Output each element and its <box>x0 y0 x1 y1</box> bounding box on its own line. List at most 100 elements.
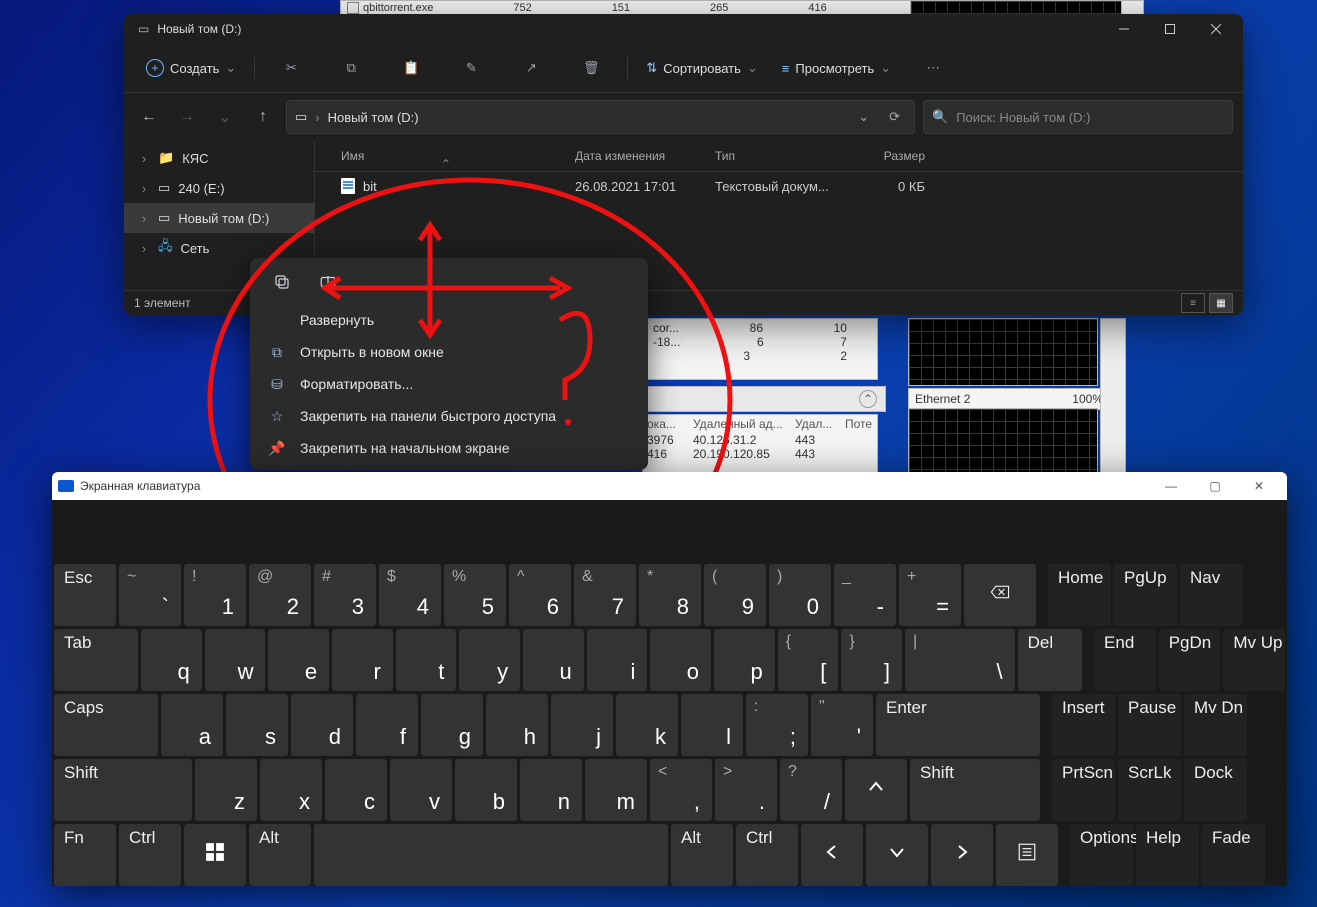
titlebar[interactable]: ▭ Новый том (D:) <box>124 14 1243 44</box>
resmon-scroll[interactable]: ⌃ <box>642 386 886 412</box>
key-3[interactable]: #3 <box>314 564 376 626</box>
menu-format[interactable]: ⛁Форматировать... <box>250 368 648 400</box>
key-[[interactable]: {[ <box>778 629 839 691</box>
key-8[interactable]: *8 <box>639 564 701 626</box>
maximize-button[interactable] <box>1147 14 1193 44</box>
file-row[interactable]: bit 26.08.2021 17:01 Текстовый докум... … <box>315 172 1243 200</box>
key-w[interactable]: w <box>205 629 266 691</box>
tiles-view-button[interactable]: ▦ <box>1209 293 1233 313</box>
key-Shift[interactable]: Shift <box>54 759 192 821</box>
key-PrtScn[interactable]: PrtScn <box>1052 759 1115 821</box>
refresh-button[interactable]: ⟳ <box>883 109 906 125</box>
key-bksp[interactable] <box>964 564 1036 626</box>
key-Tab[interactable]: Tab <box>54 629 138 691</box>
key-s[interactable]: s <box>226 694 288 756</box>
key-Insert[interactable]: Insert <box>1052 694 1115 756</box>
key-x[interactable]: x <box>260 759 322 821</box>
key-6[interactable]: ^6 <box>509 564 571 626</box>
key-j[interactable]: j <box>551 694 613 756</box>
view-button[interactable]: ≡Просмотреть⌄ <box>772 52 901 84</box>
key-2[interactable]: @2 <box>249 564 311 626</box>
sidebar-item[interactable]: ›▭240 (E:) <box>124 173 314 203</box>
menu-pin-quick[interactable]: ☆Закрепить на панели быстрого доступа <box>250 400 648 432</box>
key-left[interactable] <box>801 824 863 886</box>
key-n[interactable]: n <box>520 759 582 821</box>
key-Mv Up[interactable]: Mv Up <box>1223 629 1285 691</box>
osk-minimize-button[interactable]: — <box>1149 472 1193 500</box>
key-PgDn[interactable]: PgDn <box>1159 629 1221 691</box>
key-c[interactable]: c <box>325 759 387 821</box>
copy-icon[interactable] <box>270 270 294 294</box>
sidebar-item-current[interactable]: ›▭Новый том (D:) <box>124 203 314 233</box>
key-l[interactable]: l <box>681 694 743 756</box>
recent-button[interactable]: ⌄ <box>210 102 240 132</box>
sort-button[interactable]: ⇅Сортировать⌄ <box>636 52 767 84</box>
key-Help[interactable]: Help <box>1136 824 1199 886</box>
key-v[interactable]: v <box>390 759 452 821</box>
key-right[interactable] <box>931 824 993 886</box>
key-o[interactable]: o <box>650 629 711 691</box>
resmon-scrollbar[interactable] <box>1100 318 1126 474</box>
key-space[interactable] <box>314 824 668 886</box>
share-button[interactable]: ↗ <box>503 52 559 84</box>
key-Dock[interactable]: Dock <box>1184 759 1247 821</box>
key-up[interactable] <box>845 759 907 821</box>
key-Home[interactable]: Home <box>1048 564 1111 626</box>
key-u[interactable]: u <box>523 629 584 691</box>
menu-pin-start[interactable]: 📌Закрепить на начальном экране <box>250 432 648 464</box>
key-Esc[interactable]: Esc <box>54 564 116 626</box>
new-button[interactable]: + Создать ⌄ <box>136 52 246 84</box>
key-Enter[interactable]: Enter <box>876 694 1040 756</box>
breadcrumb[interactable]: Новый том (D:) <box>328 110 419 125</box>
osk-maximize-button[interactable]: ▢ <box>1193 472 1237 500</box>
key-b[interactable]: b <box>455 759 517 821</box>
menu-expand[interactable]: Развернуть <box>250 304 648 336</box>
key-Caps[interactable]: Caps <box>54 694 158 756</box>
key-=[interactable]: += <box>899 564 961 626</box>
details-view-button[interactable]: ≡ <box>1181 293 1205 313</box>
search-input[interactable]: 🔍 Поиск: Новый том (D:) <box>923 100 1233 134</box>
delete-button[interactable]: 🗑 <box>563 52 619 84</box>
key-Shift[interactable]: Shift <box>910 759 1040 821</box>
key-f[interactable]: f <box>356 694 418 756</box>
rename-button[interactable]: ✎ <box>443 52 499 84</box>
paste-button[interactable]: 📋 <box>383 52 439 84</box>
key-Ctrl[interactable]: Ctrl <box>736 824 798 886</box>
rename-icon[interactable] <box>316 270 340 294</box>
key-Pause[interactable]: Pause <box>1118 694 1181 756</box>
key-0[interactable]: )0 <box>769 564 831 626</box>
key-4[interactable]: $4 <box>379 564 441 626</box>
key-;[interactable]: :; <box>746 694 808 756</box>
key-9[interactable]: (9 <box>704 564 766 626</box>
key-7[interactable]: &7 <box>574 564 636 626</box>
key-Alt[interactable]: Alt <box>249 824 311 886</box>
key-\[interactable]: |\ <box>905 629 1015 691</box>
close-button[interactable] <box>1193 14 1239 44</box>
key--[interactable]: _- <box>834 564 896 626</box>
key-,[interactable]: <, <box>650 759 712 821</box>
copy-button[interactable]: ⧉ <box>323 52 379 84</box>
key-down[interactable] <box>866 824 928 886</box>
key-d[interactable]: d <box>291 694 353 756</box>
key-y[interactable]: y <box>459 629 520 691</box>
key-m[interactable]: m <box>585 759 647 821</box>
key-z[interactable]: z <box>195 759 257 821</box>
key-win[interactable] <box>184 824 246 886</box>
history-chevron-icon[interactable]: ⌄ <box>852 109 875 125</box>
key-ScrLk[interactable]: ScrLk <box>1118 759 1181 821</box>
key-e[interactable]: e <box>268 629 329 691</box>
sidebar-item[interactable]: ›📁КЯС <box>124 143 314 173</box>
key-.[interactable]: >. <box>715 759 777 821</box>
address-bar[interactable]: ▭ › Новый том (D:) ⌄ ⟳ <box>286 100 915 134</box>
key-i[interactable]: i <box>587 629 648 691</box>
key-Del[interactable]: Del <box>1018 629 1083 691</box>
back-button[interactable]: ← <box>134 102 164 132</box>
more-button[interactable]: ⋯ <box>905 52 961 84</box>
up-button[interactable]: ↑ <box>248 102 278 132</box>
osk-close-button[interactable]: ✕ <box>1237 472 1281 500</box>
osk-titlebar[interactable]: Экранная клавиатура — ▢ ✕ <box>52 472 1287 500</box>
key-Ctrl[interactable]: Ctrl <box>119 824 181 886</box>
forward-button[interactable]: → <box>172 102 202 132</box>
key-`[interactable]: ~` <box>119 564 181 626</box>
key-Mv Dn[interactable]: Mv Dn <box>1184 694 1247 756</box>
